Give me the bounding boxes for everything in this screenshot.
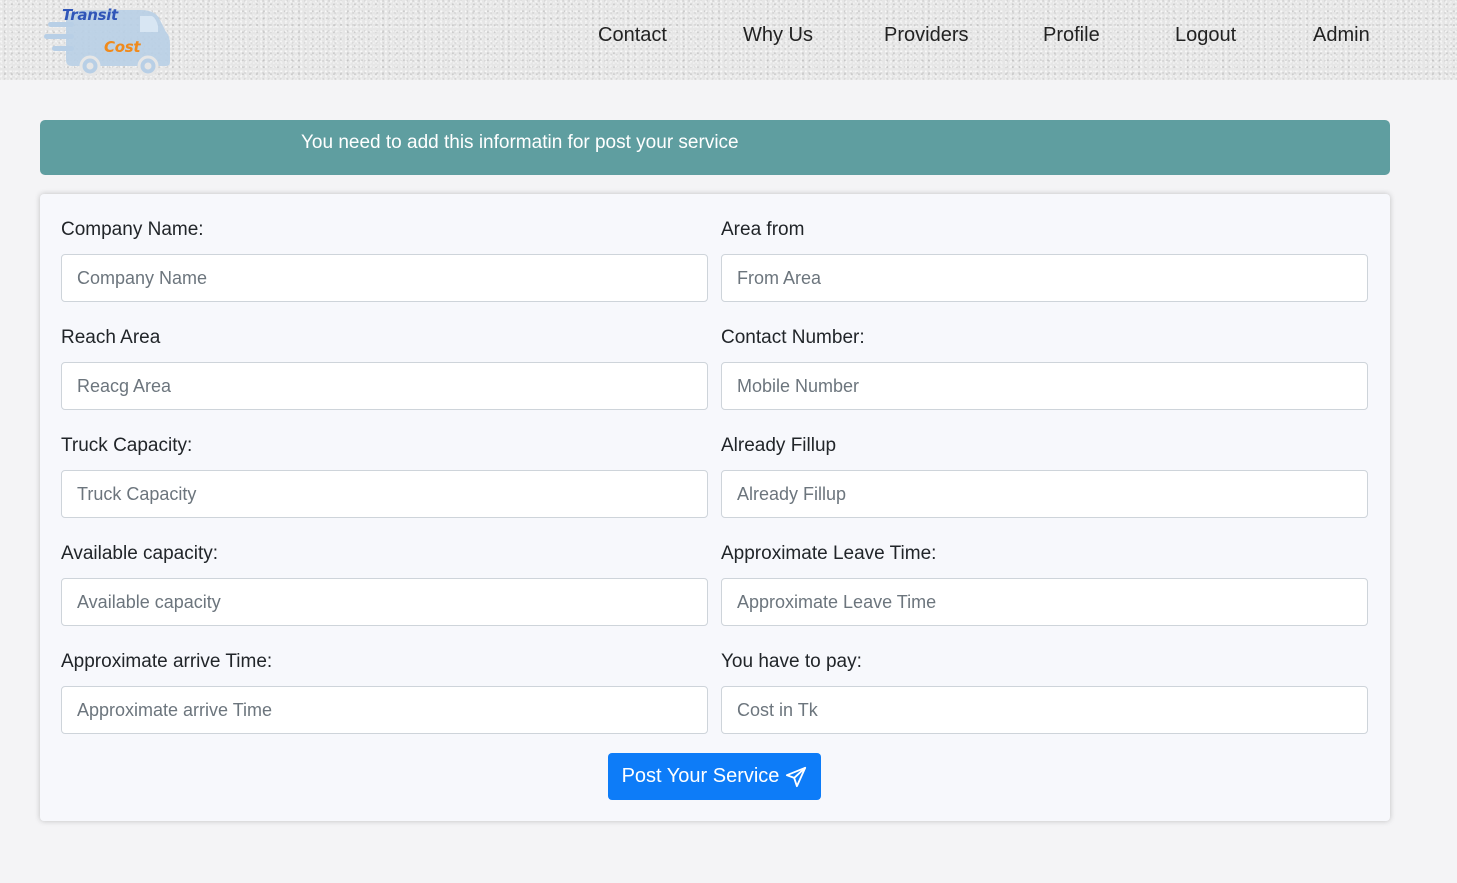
contact-number-label: Contact Number: <box>721 327 865 348</box>
arrive-time-label: Approximate arrive Time: <box>61 651 273 672</box>
nav-link-contact[interactable]: Contact <box>598 24 667 47</box>
info-banner: You need to add this informatin for post… <box>40 120 1390 175</box>
field-arrive-time: Approximate arrive Time: <box>61 650 708 734</box>
company-name-input[interactable] <box>61 254 708 302</box>
reach-area-label: Reach Area <box>61 327 161 348</box>
nav-link-why-us[interactable]: Why Us <box>743 24 813 47</box>
post-service-button-label: Post Your Service <box>621 765 780 787</box>
field-reach-area: Reach Area <box>61 326 708 410</box>
company-name-label: Company Name: <box>61 219 204 240</box>
field-company-name: Company Name: <box>61 218 708 302</box>
area-from-label: Area from <box>721 219 805 240</box>
field-contact-number: Contact Number: <box>721 326 1368 410</box>
already-fillup-label: Already Fillup <box>721 435 837 456</box>
nav-link-logout[interactable]: Logout <box>1175 24 1236 47</box>
post-service-button[interactable]: Post Your Service <box>608 753 821 800</box>
area-from-input[interactable] <box>721 254 1368 302</box>
nav-link-providers[interactable]: Providers <box>884 24 968 47</box>
truck-capacity-input[interactable] <box>61 470 708 518</box>
field-area-from: Area from <box>721 218 1368 302</box>
nav-link-admin[interactable]: Admin <box>1313 24 1370 47</box>
field-available-capacity: Available capacity: <box>61 542 708 626</box>
available-capacity-label: Available capacity: <box>61 543 219 564</box>
leave-time-input[interactable] <box>721 578 1368 626</box>
leave-time-label: Approximate Leave Time: <box>721 543 937 564</box>
already-fillup-input[interactable] <box>721 470 1368 518</box>
nav-link-profile[interactable]: Profile <box>1043 24 1100 47</box>
post-service-form: Company Name: Area from Reach Area Conta… <box>40 194 1390 821</box>
reach-area-input[interactable] <box>61 362 708 410</box>
field-leave-time: Approximate Leave Time: <box>721 542 1368 626</box>
cost-label: You have to pay: <box>721 651 862 672</box>
contact-number-input[interactable] <box>721 362 1368 410</box>
field-cost: You have to pay: <box>721 650 1368 734</box>
form-fields-grid: Company Name: Area from Reach Area Conta… <box>61 218 1368 734</box>
truck-capacity-label: Truck Capacity: <box>61 435 193 456</box>
arrive-time-input[interactable] <box>61 686 708 734</box>
field-already-fillup: Already Fillup <box>721 434 1368 518</box>
cost-input[interactable] <box>721 686 1368 734</box>
field-truck-capacity: Truck Capacity: <box>61 434 708 518</box>
paper-plane-icon <box>785 766 807 788</box>
available-capacity-input[interactable] <box>61 578 708 626</box>
info-banner-text: You need to add this informatin for post… <box>301 132 739 153</box>
navbar: Transit Cost Contact Why Us Providers Pr… <box>0 0 1457 80</box>
main-nav: Contact Why Us Providers Profile Logout … <box>0 24 1457 52</box>
brand-word-transit: Transit <box>62 6 118 24</box>
